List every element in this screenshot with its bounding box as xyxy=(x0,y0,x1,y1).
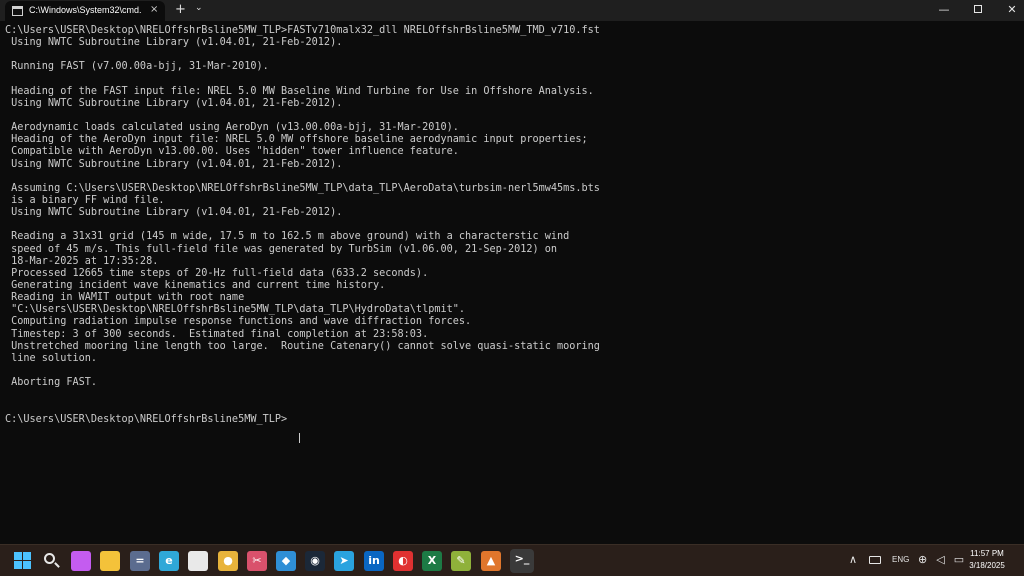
cmd-icon xyxy=(12,6,23,16)
console-line: Running FAST (v7.00.00a-bjj, 31-Mar-2010… xyxy=(5,61,269,73)
snipping-tool-glyph: ✂ xyxy=(252,554,262,567)
red-app-glyph: ◐ xyxy=(398,554,408,567)
linkedin-glyph: in xyxy=(368,554,380,567)
calculator-glyph: = xyxy=(135,554,145,567)
console-line: Timestep: 3 of 300 seconds. Estimated fi… xyxy=(5,328,429,340)
console-line: 18-Mar-2025 at 17:35:28. xyxy=(5,255,159,267)
matlab-glyph: ▲ xyxy=(486,554,496,567)
console-output[interactable]: C:\Users\USER\Desktop\NRELOffshrBsline5M… xyxy=(5,25,1020,540)
clock-date: 3/18/2025 xyxy=(969,561,1005,570)
chrome-icon[interactable]: ● xyxy=(218,551,238,571)
console-line: line solution. xyxy=(5,352,98,364)
tab-dropdown-icon[interactable]: ⌄ xyxy=(195,3,203,13)
edge-glyph: e xyxy=(165,554,173,567)
new-tab-button[interactable]: + xyxy=(175,2,186,17)
linkedin-icon[interactable]: in xyxy=(364,551,384,571)
terminal-glyph: >_ xyxy=(514,552,530,565)
windows-security-glyph: ◆ xyxy=(281,554,291,567)
search-icon[interactable] xyxy=(42,551,62,571)
input-language[interactable]: ENG xyxy=(892,550,909,570)
matlab-icon[interactable]: ▲ xyxy=(481,551,501,571)
console-line: Aerodynamic loads calculated using AeroD… xyxy=(5,122,459,134)
console-line: Computing radiation impulse response fun… xyxy=(5,316,472,328)
console-line: Compatible with AeroDyn v13.00.00. Uses … xyxy=(5,146,459,158)
start-button[interactable] xyxy=(13,551,33,571)
minimize-button[interactable]: — xyxy=(926,0,962,21)
file-explorer-icon[interactable] xyxy=(100,551,120,571)
console-line: Heading of the AeroDyn input file: NREL … xyxy=(5,134,588,146)
close-window-button[interactable]: ✕ xyxy=(994,0,1024,21)
snipping-tool-icon[interactable]: ✂ xyxy=(247,551,267,571)
console-line: Using NWTC Subroutine Library (v1.04.01,… xyxy=(5,97,343,109)
clock-time: 11:57 PM xyxy=(970,549,1004,558)
console-line: Heading of the FAST input file: NREL 5.0… xyxy=(5,85,594,97)
close-tab-icon[interactable]: × xyxy=(150,4,158,15)
console-line: Reading in WAMIT output with root name xyxy=(5,292,245,304)
console-line: Using NWTC Subroutine Library (v1.04.01,… xyxy=(5,158,343,170)
calculator-icon[interactable]: = xyxy=(130,551,150,571)
terminal-icon[interactable]: >_ xyxy=(510,549,534,573)
console-line: Aborting FAST. xyxy=(5,377,98,389)
console-line: C:\Users\USER\Desktop\NRELOffshrBsline5M… xyxy=(5,25,600,36)
terminal-tab[interactable]: C:\Windows\System32\cmd.e × xyxy=(5,1,165,21)
copilot-icon[interactable] xyxy=(71,551,91,571)
excel-glyph: X xyxy=(427,554,437,567)
maximize-button[interactable] xyxy=(960,0,996,21)
title-bar: C:\Windows\System32\cmd.e × + ⌄ — ✕ xyxy=(0,0,1024,21)
chrome-glyph: ● xyxy=(223,554,233,567)
console-line: Processed 12665 time steps of 20-Hz full… xyxy=(5,267,429,279)
edge-icon[interactable]: e xyxy=(159,551,179,571)
console-line: Generating incident wave kinematics and … xyxy=(5,279,386,291)
console-line: Unstretched mooring line length too larg… xyxy=(5,340,600,352)
console-line: Assuming C:\Users\USER\Desktop\NRELOffsh… xyxy=(5,182,600,194)
console-line: speed of 45 m/s. This full-field file wa… xyxy=(5,243,558,255)
excel-icon[interactable]: X xyxy=(422,551,442,571)
telegram-icon[interactable]: ➤ xyxy=(334,551,354,571)
console-line: Reading a 31x31 grid (145 m wide, 17.5 m… xyxy=(5,231,570,243)
red-app-icon[interactable]: ◐ xyxy=(393,551,413,571)
console-line: "C:\Users\USER\Desktop\NRELOffshrBsline5… xyxy=(5,304,466,316)
taskbar-clock[interactable]: 11:57 PM 3/18/2025 xyxy=(958,548,1016,572)
steam-icon[interactable]: ◉ xyxy=(305,551,325,571)
show-hidden-icons-button[interactable]: ∧ xyxy=(849,550,857,570)
console-line: is a binary FF wind file. xyxy=(5,194,165,206)
keyboard-icon[interactable] xyxy=(869,556,881,564)
tab-title: C:\Windows\System32\cmd.e xyxy=(29,5,141,15)
console-line: Using NWTC Subroutine Library (v1.04.01,… xyxy=(5,207,343,219)
windows-security-icon[interactable]: ◆ xyxy=(276,551,296,571)
notepad-plus-icon[interactable]: ✎ xyxy=(451,551,471,571)
text-cursor xyxy=(299,433,300,443)
notepad-plus-glyph: ✎ xyxy=(456,554,466,567)
console-line: C:\Users\USER\Desktop\NRELOffshrBsline5M… xyxy=(5,413,288,425)
console-line: Using NWTC Subroutine Library (v1.04.01,… xyxy=(5,37,343,49)
microsoft-store-icon[interactable] xyxy=(188,551,208,571)
maximize-icon xyxy=(974,5,982,13)
steam-glyph: ◉ xyxy=(310,554,320,567)
telegram-glyph: ➤ xyxy=(339,554,349,567)
